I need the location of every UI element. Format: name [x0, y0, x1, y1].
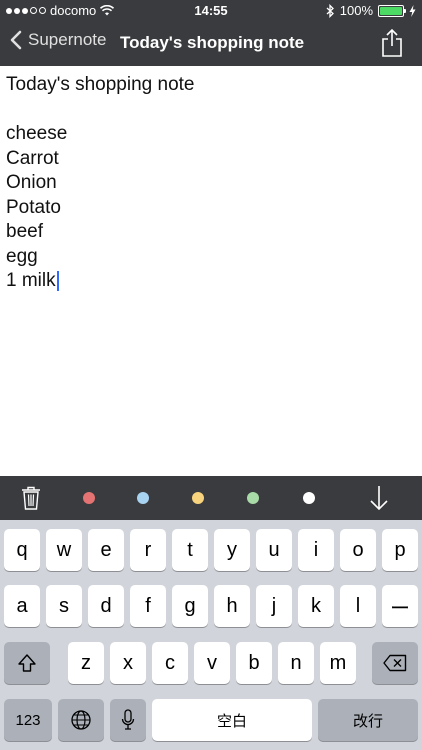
key-long-dash[interactable]: ー [382, 585, 418, 627]
key-s[interactable]: s [46, 585, 82, 627]
globe-icon [71, 710, 91, 730]
key-x[interactable]: x [110, 642, 146, 684]
return-key[interactable]: 改行 [318, 699, 418, 741]
color-swatch [303, 492, 315, 504]
hide-keyboard-button[interactable] [366, 476, 392, 520]
key-w[interactable]: w [46, 529, 82, 571]
back-button-label: Supernote [28, 30, 107, 49]
note-editor[interactable]: Today's shopping note cheese Carrot Onio… [0, 66, 422, 476]
key-n[interactable]: n [278, 642, 314, 684]
delete-button[interactable] [18, 476, 44, 520]
key-h[interactable]: h [214, 585, 250, 627]
microphone-icon [121, 709, 135, 730]
note-line: beef [6, 221, 43, 242]
key-g[interactable]: g [172, 585, 208, 627]
key-z[interactable]: z [68, 642, 104, 684]
key-c[interactable]: c [152, 642, 188, 684]
keyboard: q w e r t y u i o p a s d f g h j k l ー … [0, 520, 422, 750]
key-y[interactable]: y [214, 529, 250, 571]
status-bar: docomo 14:55 100% [0, 0, 422, 22]
key-t[interactable]: t [172, 529, 208, 571]
backspace-key[interactable] [372, 642, 418, 684]
dictation-key[interactable] [110, 699, 146, 741]
shift-key[interactable] [4, 642, 50, 684]
key-e[interactable]: e [88, 529, 124, 571]
key-l[interactable]: l [340, 585, 376, 627]
arrow-down-icon [370, 486, 388, 511]
editor-toolbar [0, 476, 422, 520]
key-a[interactable]: a [4, 585, 40, 627]
key-d[interactable]: d [88, 585, 124, 627]
note-line: egg [6, 246, 38, 267]
color-option-yellow[interactable] [187, 476, 209, 520]
text-cursor [56, 270, 59, 291]
note-line: 1 milk [6, 270, 56, 291]
battery-percent: 100% [339, 3, 373, 18]
note-line: Carrot [6, 148, 59, 169]
backspace-icon [383, 654, 407, 672]
key-m[interactable]: m [320, 642, 356, 684]
color-option-green[interactable] [242, 476, 264, 520]
key-i[interactable]: i [298, 529, 334, 571]
top-bar: docomo 14:55 100% Supernote Today's shop… [0, 0, 422, 66]
numbers-key[interactable]: 123 [4, 699, 52, 741]
key-j[interactable]: j [256, 585, 292, 627]
key-u[interactable]: u [256, 529, 292, 571]
key-v[interactable]: v [194, 642, 230, 684]
note-line: Today's shopping note [6, 74, 195, 95]
share-icon[interactable] [380, 28, 404, 58]
color-swatch [247, 492, 259, 504]
navigation-bar: Supernote Today's shopping note [0, 22, 422, 66]
color-option-blue[interactable] [132, 476, 154, 520]
color-swatch [192, 492, 204, 504]
color-option-red[interactable] [78, 476, 100, 520]
key-p[interactable]: p [382, 529, 418, 571]
note-line: Potato [6, 197, 61, 218]
color-swatch [83, 492, 95, 504]
bluetooth-icon [326, 3, 334, 18]
battery-icon [378, 4, 406, 17]
key-r[interactable]: r [130, 529, 166, 571]
color-swatch [137, 492, 149, 504]
shift-icon [18, 654, 36, 672]
color-option-white[interactable] [298, 476, 320, 520]
back-button[interactable]: Supernote [10, 30, 106, 50]
trash-icon [22, 486, 40, 510]
note-line: cheese [6, 123, 68, 144]
chevron-left-icon [10, 30, 22, 50]
key-b[interactable]: b [236, 642, 272, 684]
key-k[interactable]: k [298, 585, 334, 627]
key-q[interactable]: q [4, 529, 40, 571]
charging-icon [409, 4, 416, 17]
space-key[interactable]: 空白 [152, 699, 312, 741]
key-f[interactable]: f [130, 585, 166, 627]
note-title: Today's shopping note [120, 33, 305, 52]
note-line: Onion [6, 172, 57, 193]
globe-key[interactable] [58, 699, 104, 741]
key-o[interactable]: o [340, 529, 376, 571]
